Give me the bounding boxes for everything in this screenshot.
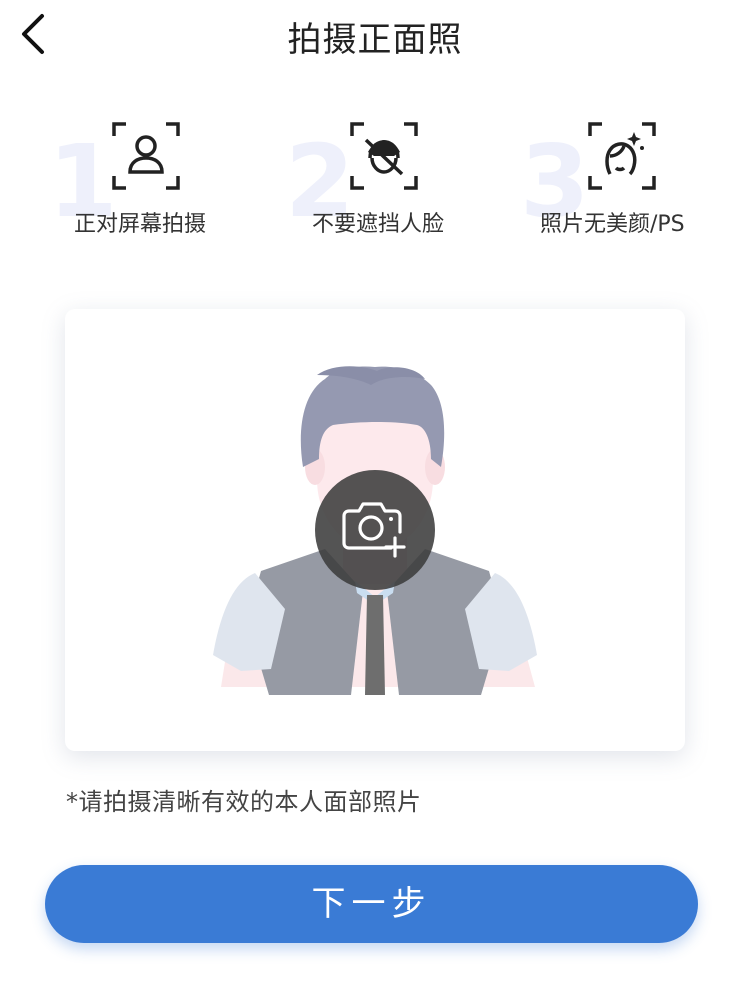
tip-label: 正对屏幕拍摄 bbox=[74, 212, 207, 237]
photo-capture-screen: 拍摄正面照 1 正对屏幕拍摄 2 不要遮挡人脸 3 照片无美颜/PS *请拍摄清… bbox=[0, 0, 750, 1000]
tip-label: 不要遮挡人脸 bbox=[312, 212, 445, 237]
face-frame-person-icon bbox=[112, 122, 180, 190]
face-frame-no-cover-icon bbox=[350, 122, 418, 190]
camera-add-icon bbox=[342, 502, 406, 558]
tip-label: 照片无美颜/PS bbox=[540, 212, 685, 237]
tip-item-no-cover: 2 不要遮挡人脸 bbox=[285, 116, 505, 246]
tip-item-face-screen: 1 正对屏幕拍摄 bbox=[48, 116, 268, 246]
tip-item-no-beauty: 3 照片无美颜/PS bbox=[520, 116, 740, 246]
photo-tips: 1 正对屏幕拍摄 2 不要遮挡人脸 3 照片无美颜/PS bbox=[0, 116, 750, 256]
next-step-button[interactable]: 下一步 bbox=[45, 865, 698, 943]
photo-upload-card[interactable] bbox=[65, 309, 685, 751]
photo-hint-text: *请拍摄清晰有效的本人面部照片 bbox=[66, 788, 422, 816]
page-title: 拍摄正面照 bbox=[287, 20, 463, 60]
header-bar: 拍摄正面照 bbox=[0, 0, 750, 66]
take-photo-button[interactable] bbox=[315, 470, 435, 590]
face-frame-no-beauty-icon bbox=[588, 122, 656, 190]
